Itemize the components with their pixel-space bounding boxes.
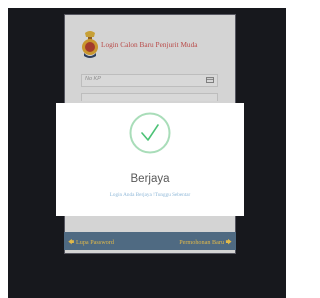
dialog-title: Berjaya (130, 173, 170, 185)
crest-logo-icon (82, 31, 98, 58)
id-card-icon (206, 77, 214, 83)
new-application-label: Permohonan Baru (179, 239, 225, 246)
ic-number-input[interactable]: No KP (81, 74, 218, 87)
login-title: Login Calon Baru Penjurit Muda (101, 40, 198, 49)
arrow-left-icon: 🡄 (68, 239, 75, 246)
new-application-link[interactable]: Permohonan Baru 🡆 (179, 237, 232, 248)
success-check-icon (129, 112, 171, 154)
forgot-password-label: Lupa Password (75, 239, 114, 246)
ic-number-placeholder: No KP (85, 76, 101, 82)
arrow-right-icon: 🡆 (225, 239, 232, 246)
password-input[interactable] (81, 93, 218, 101)
forgot-password-link[interactable]: 🡄 Lupa Password (68, 237, 114, 248)
dialog-message: Login Anda Berjaya !Tunggu Sebentar (109, 192, 191, 198)
